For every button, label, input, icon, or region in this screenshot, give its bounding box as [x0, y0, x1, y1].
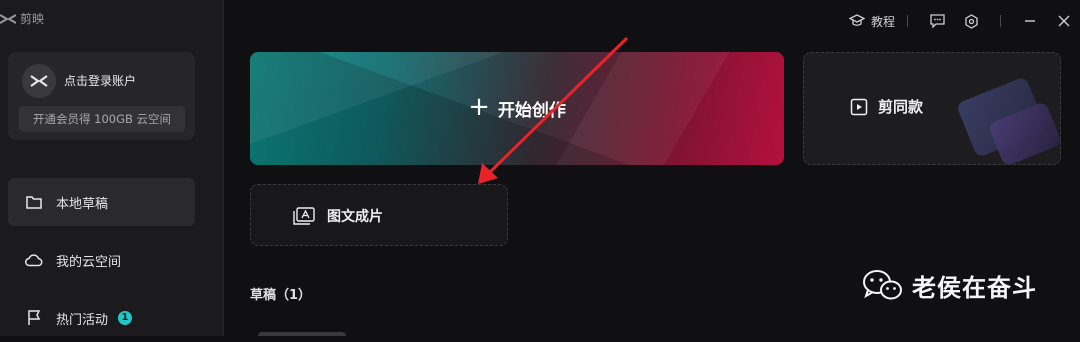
text-to-video-icon: [293, 207, 315, 225]
start-creation-button[interactable]: + 开始创作: [250, 52, 784, 165]
settings-icon[interactable]: [963, 13, 979, 29]
vip-promo-button[interactable]: 开通会员得 100GB 云空间: [19, 106, 185, 132]
sidebar-item-cloud-space[interactable]: 我的云空间: [8, 236, 195, 284]
watermark: 老侯在奋斗: [862, 268, 1037, 303]
template-icon: [850, 98, 868, 115]
notification-badge: 1: [118, 311, 133, 325]
start-creation-label: 开始创作: [497, 101, 566, 121]
sidebar-item-local-drafts[interactable]: 本地草稿: [8, 178, 195, 226]
text-to-video-button[interactable]: 图文成片: [250, 184, 508, 246]
sidebar-item-label: 本地草稿: [56, 196, 109, 212]
titlebar-divider: [907, 15, 908, 27]
close-icon[interactable]: [1056, 13, 1072, 29]
plus-icon: +: [468, 92, 490, 122]
draft-thumbnail[interactable]: [258, 332, 346, 336]
app-logo: 剪映: [0, 10, 44, 27]
sidebar: 剪映 点击登录账户 开通会员得 100GB 云空间 本地草稿 我的云空间 热门活…: [0, 0, 224, 336]
wechat-icon: [863, 269, 902, 299]
sidebar-item-hot-events[interactable]: 热门活动 1: [8, 294, 195, 342]
login-link[interactable]: 点击登录账户: [64, 72, 136, 89]
template-button[interactable]: 剪同款: [803, 52, 1061, 165]
capcut-logo-icon: [0, 13, 16, 24]
sidebar-item-label: 我的云空间: [56, 254, 122, 270]
sidebar-item-label: 热门活动: [56, 312, 109, 328]
cloud-icon: [25, 251, 43, 269]
capcut-avatar-icon: [30, 75, 48, 87]
tutorial-label: 教程: [870, 14, 895, 29]
tutorial-icon: [848, 14, 865, 26]
template-content: 剪同款: [850, 96, 923, 117]
minimize-icon[interactable]: [1022, 13, 1038, 29]
folder-icon: [25, 193, 43, 211]
titlebar-controls: 教程: [848, 8, 1080, 34]
text-to-video-label: 图文成片: [327, 209, 383, 225]
start-creation-content: + 开始创作: [250, 52, 784, 165]
app-name: 剪映: [20, 12, 45, 26]
template-label: 剪同款: [878, 98, 924, 116]
avatar[interactable]: [22, 64, 56, 98]
watermark-text: 老侯在奋斗: [912, 274, 1037, 302]
text-to-video-content: 图文成片: [293, 206, 383, 226]
titlebar-divider: [1000, 15, 1001, 27]
feedback-icon[interactable]: [929, 13, 945, 29]
flag-icon: [25, 309, 43, 327]
account-card[interactable]: 点击登录账户 开通会员得 100GB 云空间: [8, 52, 195, 140]
tutorial-button[interactable]: 教程: [848, 13, 895, 30]
drafts-section-title: 草稿（1）: [250, 288, 312, 303]
